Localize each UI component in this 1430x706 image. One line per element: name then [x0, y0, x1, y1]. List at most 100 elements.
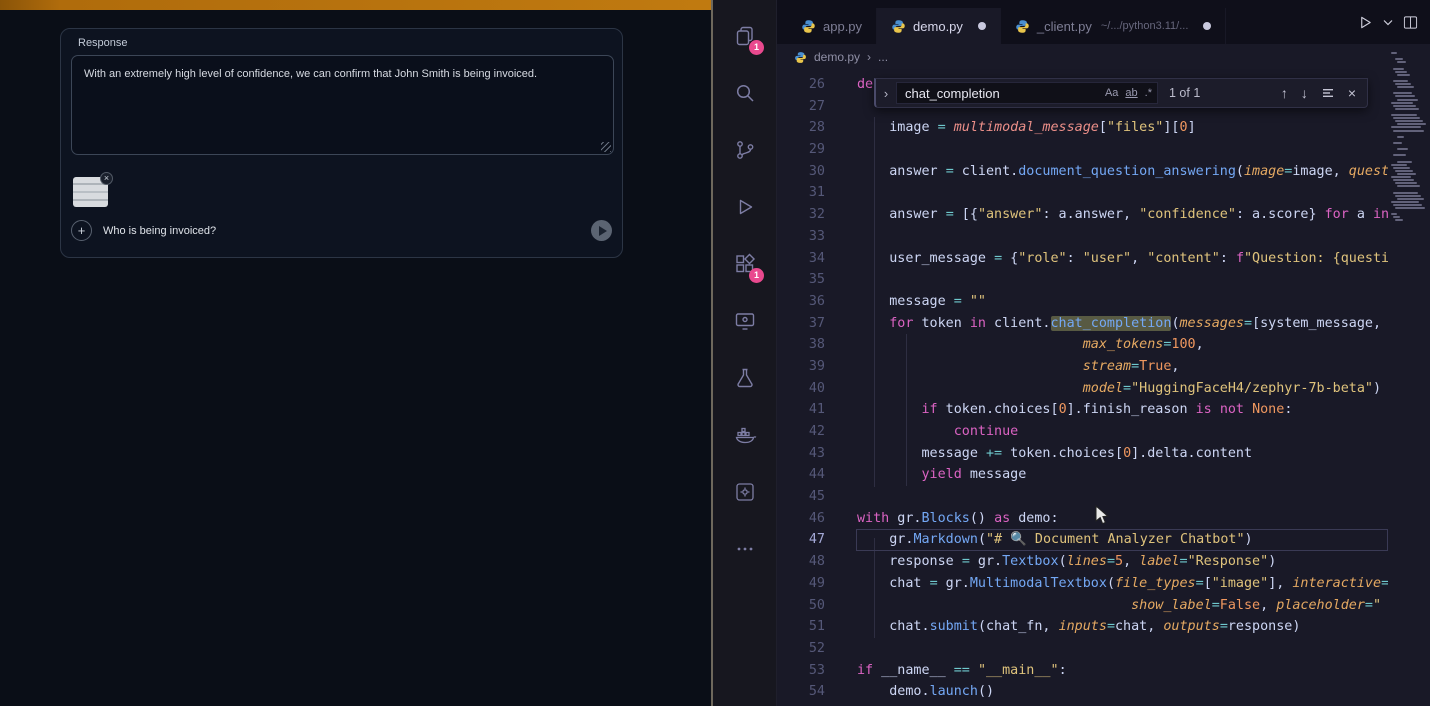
line-number[interactable]: 40 [777, 378, 825, 400]
code-line-54[interactable]: 54 demo.launch() [777, 681, 1388, 703]
account-icon[interactable] [713, 690, 777, 706]
code-line-43[interactable]: 43 message += token.choices[0].delta.con… [777, 443, 1388, 465]
resize-handle-icon[interactable] [601, 142, 611, 152]
line-number[interactable]: 54 [777, 681, 825, 703]
line-number[interactable]: 35 [777, 269, 825, 291]
whole-word-icon[interactable]: ab [1125, 87, 1137, 99]
code-line-45[interactable]: 45 [777, 486, 1388, 508]
line-number[interactable]: 37 [777, 313, 825, 335]
tab-app-py[interactable]: app.py [787, 8, 877, 44]
extensions-icon[interactable]: 1 [713, 235, 777, 292]
remote-explorer-icon[interactable] [713, 292, 777, 349]
code-line-32[interactable]: 32 answer = [{"answer": a.answer, "confi… [777, 204, 1388, 226]
line-number[interactable]: 50 [777, 595, 825, 617]
line-number[interactable]: 33 [777, 226, 825, 248]
previous-match-icon[interactable]: ↑ [1281, 85, 1288, 101]
modified-dot[interactable] [978, 22, 986, 30]
line-number[interactable]: 51 [777, 616, 825, 638]
line-number[interactable]: 48 [777, 551, 825, 573]
line-number[interactable]: 46 [777, 508, 825, 530]
code-line-51[interactable]: 51 chat.submit(chat_fn, inputs=chat, out… [777, 616, 1388, 638]
line-number[interactable]: 41 [777, 399, 825, 421]
code-line-33[interactable]: 33 [777, 226, 1388, 248]
code-line-48[interactable]: 48 response = gr.Textbox(lines=5, label=… [777, 551, 1388, 573]
tab-demo-py[interactable]: demo.py [877, 8, 1001, 44]
find-input[interactable]: chat_completion Aa ab .* [896, 82, 1158, 104]
line-number[interactable]: 31 [777, 182, 825, 204]
code-line-46[interactable]: 46with gr.Blocks() as demo: [777, 508, 1388, 530]
line-number[interactable]: 34 [777, 248, 825, 270]
code-line-36[interactable]: 36 message = "" [777, 291, 1388, 313]
tab-client-py[interactable]: _client.py ~/.../python3.11/... [1001, 8, 1226, 44]
line-number[interactable]: 45 [777, 486, 825, 508]
match-case-icon[interactable]: Aa [1105, 87, 1118, 99]
next-match-icon[interactable]: ↓ [1301, 85, 1308, 101]
code-line-30[interactable]: 30 answer = client.document_question_ans… [777, 161, 1388, 183]
code-line-52[interactable]: 52 [777, 638, 1388, 660]
chat-input[interactable]: Who is being invoiced? [103, 225, 216, 237]
code-editor[interactable]: 26def chat_fn(multimodal_message):2728 i… [777, 70, 1388, 706]
code-line-42[interactable]: 42 continue [777, 421, 1388, 443]
line-number[interactable]: 36 [777, 291, 825, 313]
minimap[interactable] [1388, 44, 1430, 706]
run-dropdown-chevron-icon[interactable] [1383, 19, 1393, 26]
code-line-40[interactable]: 40 model="HuggingFaceH4/zephyr-7b-beta") [777, 378, 1388, 400]
minimap-line [1391, 201, 1419, 203]
send-button[interactable] [591, 220, 612, 241]
regex-icon[interactable]: .* [1145, 87, 1152, 99]
breadcrumb-file[interactable]: demo.py [814, 50, 860, 64]
code-line-29[interactable]: 29 [777, 139, 1388, 161]
find-expand-chevron-icon[interactable]: › [876, 86, 896, 101]
line-number[interactable]: 29 [777, 139, 825, 161]
more-icon[interactable] [713, 520, 777, 577]
source-control-icon[interactable] [713, 121, 777, 178]
code-line-38[interactable]: 38 max_tokens=100, [777, 334, 1388, 356]
search-icon[interactable] [713, 64, 777, 121]
image-thumbnail[interactable]: × [73, 177, 108, 207]
line-number[interactable]: 43 [777, 443, 825, 465]
run-debug-icon[interactable] [713, 178, 777, 235]
docker-icon[interactable] [713, 406, 777, 463]
line-number[interactable]: 28 [777, 117, 825, 139]
code-line-41[interactable]: 41 if token.choices[0].finish_reason is … [777, 399, 1388, 421]
line-number[interactable]: 39 [777, 356, 825, 378]
line-number[interactable]: 32 [777, 204, 825, 226]
add-file-button[interactable]: + [71, 220, 92, 241]
minimap-line [1393, 167, 1410, 169]
modified-dot[interactable] [1203, 22, 1211, 30]
split-editor-icon[interactable] [1403, 15, 1418, 30]
line-number[interactable]: 52 [777, 638, 825, 660]
explorer-badge: 1 [749, 40, 764, 55]
remove-image-button[interactable]: × [100, 172, 113, 185]
code-line-49[interactable]: 49 chat = gr.MultimodalTextbox(file_type… [777, 573, 1388, 595]
run-python-file-icon[interactable] [1358, 15, 1373, 30]
line-number[interactable]: 44 [777, 464, 825, 486]
breadcrumb-more[interactable]: ... [878, 50, 888, 64]
response-textarea[interactable]: With an extremely high level of confiden… [71, 55, 614, 155]
code-line-44[interactable]: 44 yield message [777, 464, 1388, 486]
breadcrumb[interactable]: demo.py › ... [777, 44, 1430, 70]
line-number[interactable]: 53 [777, 660, 825, 682]
code-line-34[interactable]: 34 user_message = {"role": "user", "cont… [777, 248, 1388, 270]
code-line-35[interactable]: 35 [777, 269, 1388, 291]
code-line-47[interactable]: 47 gr.Markdown("# 🔍 Document Analyzer Ch… [777, 529, 1388, 551]
line-number[interactable]: 30 [777, 161, 825, 183]
code-line-31[interactable]: 31 [777, 182, 1388, 204]
line-number[interactable]: 47 [777, 529, 825, 551]
code-line-28[interactable]: 28 image = multimodal_message["files"][0… [777, 117, 1388, 139]
code-line-39[interactable]: 39 stream=True, [777, 356, 1388, 378]
find-widget[interactable]: › chat_completion Aa ab .* 1 of 1 ↑ ↓ [874, 78, 1368, 108]
code-line-50[interactable]: 50 show_label=False, placeholder=" [777, 595, 1388, 617]
find-in-selection-icon[interactable] [1321, 86, 1335, 100]
line-number[interactable]: 49 [777, 573, 825, 595]
code-line-37[interactable]: 37 for token in client.chat_completion(m… [777, 313, 1388, 335]
gear-square-icon[interactable] [713, 463, 777, 520]
code-line-53[interactable]: 53if __name__ == "__main__": [777, 660, 1388, 682]
explorer-icon[interactable]: 1 [713, 7, 777, 64]
close-icon[interactable]: × [1348, 85, 1356, 101]
line-number[interactable]: 42 [777, 421, 825, 443]
line-number[interactable]: 26 [777, 74, 825, 96]
line-number[interactable]: 38 [777, 334, 825, 356]
line-number[interactable]: 27 [777, 96, 825, 118]
testing-icon[interactable] [713, 349, 777, 406]
